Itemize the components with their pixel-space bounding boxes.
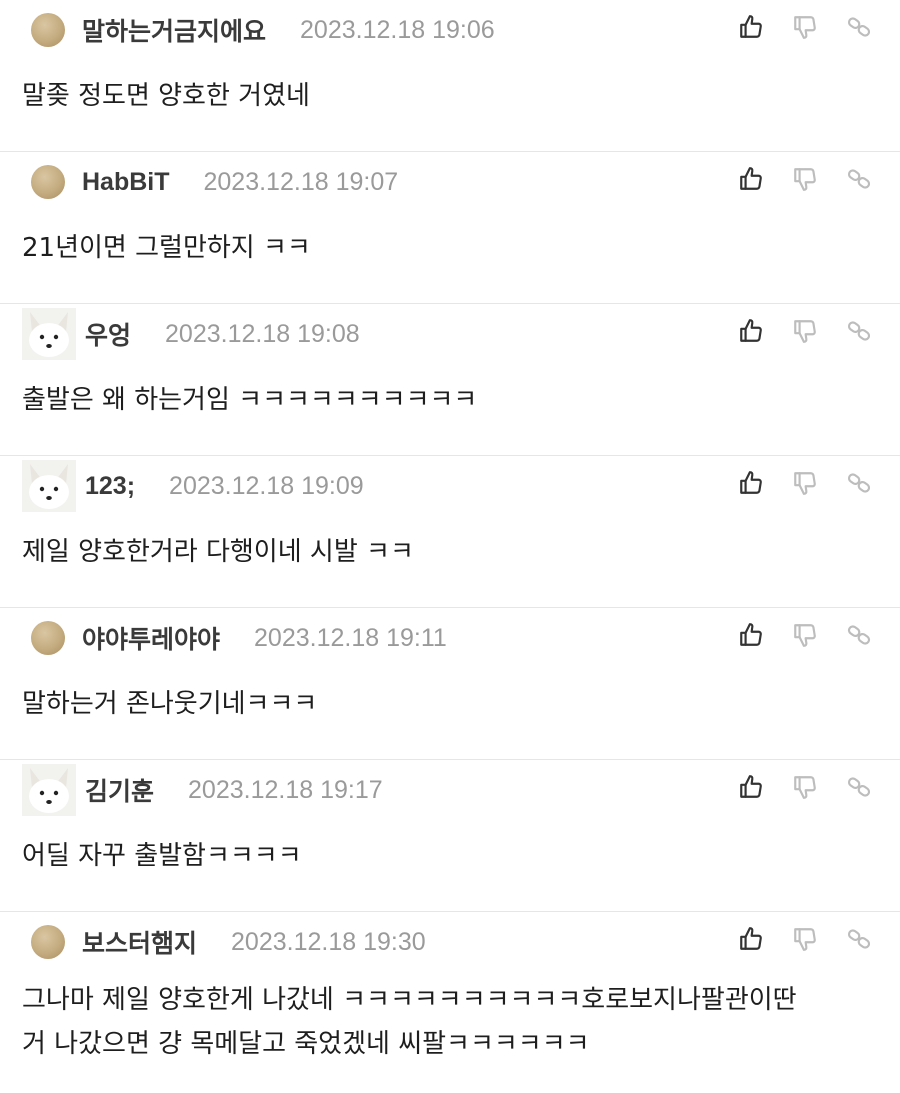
avatar[interactable] [31,925,65,959]
comment-date: 2023.12.18 19:30 [231,927,426,956]
thumbs-down-icon [794,472,816,495]
dislike-button[interactable] [790,468,820,498]
thumbs-down-icon [794,776,816,799]
comment-date: 2023.12.18 19:11 [254,623,447,652]
thumbs-down-icon [794,168,816,191]
thumbs-up-icon [740,927,762,950]
like-button[interactable] [736,772,766,802]
link-icon [847,473,871,493]
comment-header: 우엉 2023.12.18 19:08 [22,308,360,360]
comment-text: 말좆 정도면 양호한 거였네 [22,81,310,111]
thumbs-up-icon [740,623,762,646]
comment-text: 21년이면 그럴만하지 ㅋㅋ [22,233,311,263]
thumbs-up-icon [740,167,762,190]
thumbs-down-icon [794,16,816,39]
dislike-button[interactable] [790,12,820,42]
comment-actions [736,924,874,954]
nickname[interactable]: 123; [85,472,135,501]
link-icon [847,321,871,341]
thumbs-down-icon [794,320,816,343]
comment-date: 2023.12.18 19:08 [165,319,360,348]
comment-header: 보스터햄지 2023.12.18 19:30 [22,920,426,964]
thumbs-down-icon [794,928,816,951]
share-link-button[interactable] [844,164,874,194]
comment-item: 보스터햄지 2023.12.18 19:30 그나마 제일 양호한게 나갔네 ㅋ… [0,912,900,1093]
comment-text: 그나마 제일 양호한게 나갔네 ㅋㅋㅋㅋㅋㅋㅋㅋㅋㅋ호로보지나팔관이딴 거 나갔… [22,985,797,1059]
like-button[interactable] [736,924,766,954]
thumbs-up-icon [740,15,762,38]
comment-actions [736,620,874,650]
comment-date: 2023.12.18 19:07 [203,167,399,196]
comment-item: 우엉 2023.12.18 19:08 출발은 왜 하는거임 ㅋㅋㅋㅋㅋㅋㅋㅋㅋ… [0,304,900,456]
avatar[interactable] [31,13,65,47]
arctic-fox-icon [22,308,76,360]
avatar[interactable] [22,308,76,360]
like-button[interactable] [736,468,766,498]
comment-header: 김기훈 2023.12.18 19:17 [22,764,383,816]
comment-header: 말하는거금지에요 2023.12.18 19:06 [22,8,495,52]
link-icon [847,17,871,37]
avatar[interactable] [22,460,76,512]
comment-actions [736,468,874,498]
comment-actions [736,316,874,346]
comment-date: 2023.12.18 19:09 [169,471,364,500]
nickname[interactable]: 김기훈 [85,772,154,808]
comment-text: 말하는거 존나웃기네ㅋㅋㅋ [22,689,318,719]
comment-header: 123; 2023.12.18 19:09 [22,460,364,512]
comment-item: 야야투레야야 2023.12.18 19:11 말하는거 존나웃기네ㅋㅋㅋ [0,608,900,760]
share-link-button[interactable] [844,316,874,346]
comment-actions [736,12,874,42]
avatar[interactable] [31,621,65,655]
avatar[interactable] [22,764,76,816]
nickname[interactable]: 야야투레야야 [82,620,220,656]
comment-text: 출발은 왜 하는거임 ㅋㅋㅋㅋㅋㅋㅋㅋㅋㅋ [22,385,478,415]
share-link-button[interactable] [844,772,874,802]
comment-date: 2023.12.18 19:06 [300,15,495,44]
dislike-button[interactable] [790,772,820,802]
link-icon [847,777,871,797]
link-icon [847,169,871,189]
thumbs-up-icon [740,775,762,798]
comment-item: 123; 2023.12.18 19:09 제일 양호한거라 다행이네 시발 ㅋ… [0,456,900,608]
arctic-fox-icon [22,460,76,512]
comment-date: 2023.12.18 19:17 [188,775,383,804]
thumbs-down-icon [794,624,816,647]
comment-actions [736,772,874,802]
like-button[interactable] [736,164,766,194]
comment-text: 어딜 자꾸 출발함ㅋㅋㅋㅋ [22,841,302,871]
link-icon [847,929,871,949]
like-button[interactable] [736,12,766,42]
like-button[interactable] [736,316,766,346]
comment-header: HabBiT 2023.12.18 19:07 [22,160,398,204]
dislike-button[interactable] [790,924,820,954]
nickname[interactable]: 말하는거금지에요 [82,12,266,48]
comment-item: 김기훈 2023.12.18 19:17 어딜 자꾸 출발함ㅋㅋㅋㅋ [0,760,900,912]
arctic-fox-icon [22,764,76,816]
share-link-button[interactable] [844,620,874,650]
comment-item: 말하는거금지에요 2023.12.18 19:06 말좆 정도면 양호한 거였네 [0,0,900,152]
dislike-button[interactable] [790,164,820,194]
avatar[interactable] [31,165,65,199]
nickname[interactable]: 보스터햄지 [82,924,197,960]
nickname[interactable]: HabBiT [82,168,170,197]
comment-text: 제일 양호한거라 다행이네 시발 ㅋㅋ [22,537,414,567]
nickname[interactable]: 우엉 [85,316,131,352]
comment-item: HabBiT 2023.12.18 19:07 21년이면 그럴만하지 ㅋㅋ [0,152,900,304]
comment-list: 말하는거금지에요 2023.12.18 19:06 말좆 정도면 양호한 거였네… [0,0,900,1093]
like-button[interactable] [736,620,766,650]
dislike-button[interactable] [790,316,820,346]
comment-actions [736,164,874,194]
share-link-button[interactable] [844,468,874,498]
link-icon [847,625,871,645]
thumbs-up-icon [740,471,762,494]
share-link-button[interactable] [844,924,874,954]
comment-header: 야야투레야야 2023.12.18 19:11 [22,616,447,660]
share-link-button[interactable] [844,12,874,42]
dislike-button[interactable] [790,620,820,650]
thumbs-up-icon [740,319,762,342]
